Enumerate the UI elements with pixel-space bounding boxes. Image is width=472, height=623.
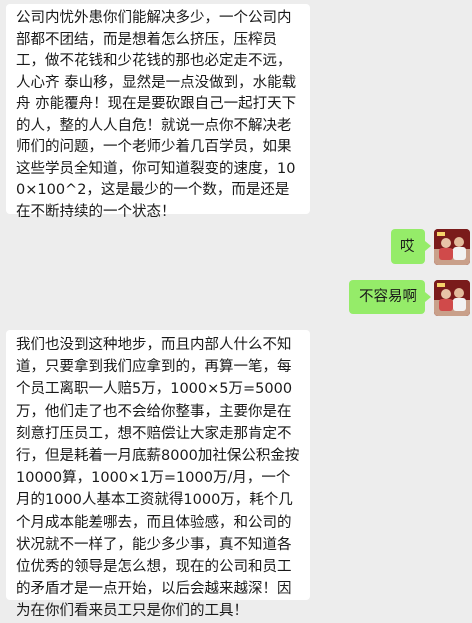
received-message-1[interactable]: 公司内忧外患你们能解决多少，一个公司内部都不团结，而是想着怎么挤压，压榨员工，做… [6,4,310,220]
received-message-2[interactable]: 我们也没到这种地步，而且内部人什么不知道，只要拿到我们应拿到的，再算一笔，每个员… [6,330,310,619]
received-message-2-text: 我们也没到这种地步，而且内部人什么不知道，只要拿到我们应拿到的，再算一笔，每个员… [16,337,300,620]
sent-message-1-text: 哎 [400,239,415,255]
chat-window: { "messages": [ { "side": "left", "text"… [0,0,472,619]
sent-message-1[interactable]: 哎 [391,229,431,264]
received-message-1-text: 公司内忧外患你们能解决多少，一个公司内部都不团结，而是想着怎么挤压，压榨员工，做… [16,10,297,220]
user-avatar-icon[interactable] [434,229,470,265]
sent-message-2-text: 不容易啊 [359,289,417,305]
sent-message-2[interactable]: 不容易啊 [349,280,431,314]
user-avatar-icon[interactable] [434,280,470,316]
